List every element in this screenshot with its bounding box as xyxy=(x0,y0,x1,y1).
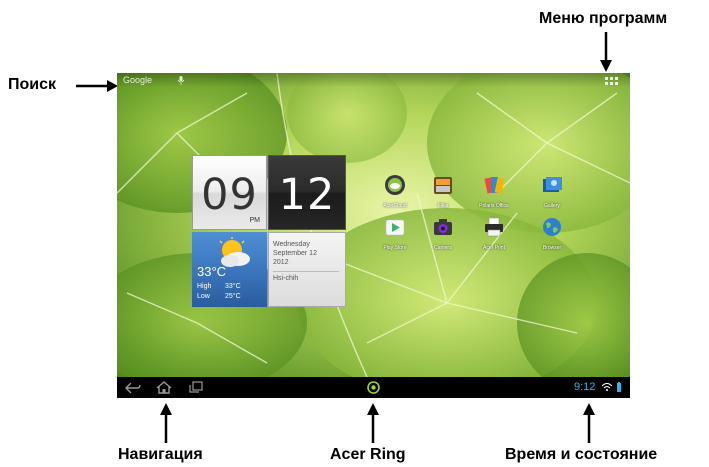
acer-ring-icon[interactable] xyxy=(367,381,380,394)
arrow-up-icon xyxy=(367,403,379,443)
calendar-year: 2012 xyxy=(273,259,289,266)
acercloud-icon xyxy=(385,175,405,195)
app-polaris-office[interactable]: Polaris Office xyxy=(474,174,514,209)
app-label: Acer Print xyxy=(483,245,505,251)
files-icon xyxy=(434,177,452,194)
navigation-bar: 9:12 xyxy=(117,377,630,398)
arrow-up-icon xyxy=(583,403,595,443)
calendar-weekday: Wednesday xyxy=(273,241,310,248)
clock-minutes-tile[interactable]: 12 xyxy=(268,155,346,230)
printer-icon xyxy=(485,217,503,237)
google-search-label[interactable]: Google xyxy=(123,75,152,85)
calendar-divider xyxy=(273,271,339,272)
app-label: Play Store xyxy=(383,245,407,251)
arrow-up-icon xyxy=(160,403,172,443)
app-camera[interactable]: Camera xyxy=(423,216,463,251)
clock-minutes: 12 xyxy=(278,170,336,220)
app-acer-print[interactable]: Acer Print xyxy=(474,216,514,251)
weather-low-value: 25°C xyxy=(225,293,241,300)
app-acercloud[interactable]: AcerCloud xyxy=(375,174,415,209)
globe-icon xyxy=(543,218,561,236)
app-label: Browser xyxy=(542,245,562,251)
apps-menu-icon[interactable] xyxy=(605,77,619,85)
callout-time-status: Время и состояние xyxy=(505,446,658,463)
app-play-store[interactable]: Play Store xyxy=(375,216,415,251)
wifi-icon[interactable] xyxy=(602,383,612,391)
app-browser[interactable]: Browser xyxy=(532,216,572,251)
app-files[interactable]: Files xyxy=(423,174,463,209)
calendar-widget[interactable]: Wednesday September 12 2012 Hsi-chih xyxy=(268,232,346,307)
battery-icon[interactable] xyxy=(617,382,621,392)
recent-apps-icon[interactable] xyxy=(189,381,203,393)
arrow-down-icon xyxy=(600,32,612,72)
arrow-right-icon xyxy=(76,80,118,92)
weather-high-value: 33°C xyxy=(225,283,241,290)
status-time[interactable]: 9:12 xyxy=(574,381,595,393)
status-bar xyxy=(117,73,630,87)
calendar-location: Hsi-chih xyxy=(273,275,299,282)
callout-acer-ring: Acer Ring xyxy=(330,446,406,463)
play-store-icon xyxy=(385,219,405,236)
microphone-icon[interactable] xyxy=(177,76,185,85)
app-label: Files xyxy=(437,203,449,209)
callout-search: Поиск xyxy=(8,76,57,93)
home-icon[interactable] xyxy=(156,381,172,394)
clock-ampm: PM xyxy=(249,217,261,224)
clock-hours: 09 xyxy=(201,170,258,220)
weather-low-label: Low xyxy=(197,293,210,300)
app-label: AcerCloud xyxy=(383,203,407,209)
camera-icon xyxy=(434,219,452,235)
back-icon[interactable] xyxy=(125,382,141,394)
tablet-screen: Google 09 PM 12 33°C High 33°C Low 25°C xyxy=(117,73,630,398)
calendar-date: September 12 xyxy=(273,250,317,257)
clock-hours-tile[interactable]: 09 PM xyxy=(192,155,267,230)
weather-temperature: 33°C xyxy=(197,264,227,279)
gallery-icon xyxy=(543,177,562,192)
weather-widget[interactable]: 33°C High 33°C Low 25°C xyxy=(192,232,267,307)
office-icon xyxy=(484,177,505,194)
callout-apps-menu: Меню программ xyxy=(539,10,668,27)
callout-navigation: Навигация xyxy=(118,446,203,463)
app-label: Polaris Office xyxy=(479,203,509,209)
app-label: Gallery xyxy=(544,203,560,209)
app-gallery[interactable]: Gallery xyxy=(532,174,572,209)
app-label: Camera xyxy=(434,245,452,251)
weather-high-label: High xyxy=(197,283,212,290)
